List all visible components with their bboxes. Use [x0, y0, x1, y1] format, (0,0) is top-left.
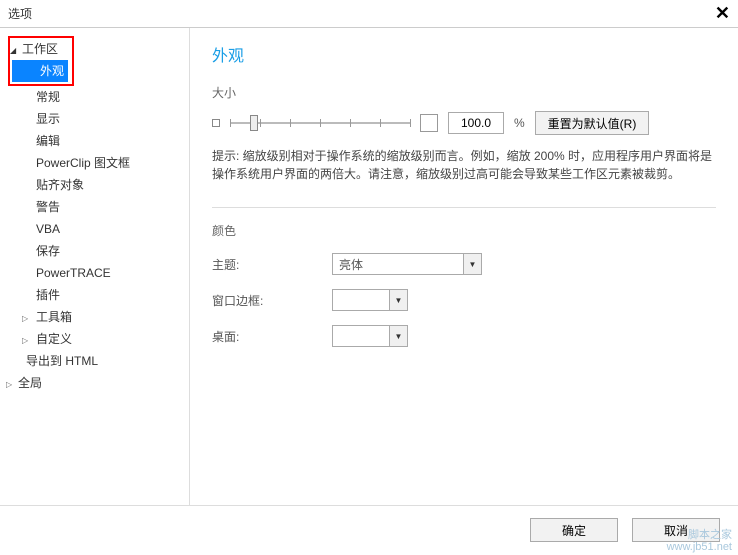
tree-snap[interactable]: 贴齐对象 — [8, 174, 189, 196]
tree-powertrace[interactable]: PowerTRACE — [8, 262, 189, 284]
tree-global[interactable]: 全局 — [8, 372, 189, 394]
theme-combo[interactable]: 亮体 ▼ — [332, 253, 482, 275]
theme-row: 主题: 亮体 ▼ — [212, 253, 716, 275]
tree-workspace[interactable]: 工作区 — [12, 38, 68, 60]
border-value — [333, 290, 389, 310]
divider — [212, 207, 716, 208]
theme-label: 主题: — [212, 256, 332, 273]
percent-label: % — [514, 116, 525, 130]
slider-thumb-icon[interactable] — [250, 115, 258, 131]
tree-toolbox[interactable]: 工具箱 — [8, 306, 189, 328]
border-combo[interactable]: ▼ — [332, 289, 408, 311]
border-label: 窗口边框: — [212, 292, 332, 309]
window-title: 选项 — [8, 5, 715, 22]
tree-save[interactable]: 保存 — [8, 240, 189, 262]
desktop-row: 桌面: ▼ — [212, 325, 716, 347]
titlebar: 选项 ✕ — [0, 0, 738, 28]
footer: 确定 取消 — [0, 506, 738, 554]
large-preview-icon — [420, 114, 438, 132]
color-label: 颜色 — [212, 222, 716, 239]
tree-plugin[interactable]: 插件 — [8, 284, 189, 306]
dialog-body: 工作区 外观 常规 显示 编辑 PowerClip 图文框 贴齐对象 警告 VB… — [0, 28, 738, 506]
small-preview-icon — [212, 119, 220, 127]
scale-input[interactable] — [448, 112, 504, 134]
tree-display[interactable]: 显示 — [8, 108, 189, 130]
theme-value: 亮体 — [333, 254, 463, 274]
scale-slider[interactable] — [230, 113, 410, 133]
sidebar: 工作区 外观 常规 显示 编辑 PowerClip 图文框 贴齐对象 警告 VB… — [0, 28, 190, 505]
tree-powerclip[interactable]: PowerClip 图文框 — [8, 152, 189, 174]
chevron-down-icon: ▼ — [463, 254, 481, 274]
ok-button[interactable]: 确定 — [530, 518, 618, 542]
hint-text: 提示: 缩放级别相对于操作系统的缩放级别而言。例如，缩放 200% 时，应用程序… — [212, 147, 716, 183]
chevron-down-icon: ▼ — [389, 290, 407, 310]
tree-appearance[interactable]: 外观 — [12, 60, 68, 82]
close-icon[interactable]: ✕ — [715, 3, 730, 24]
tree-custom[interactable]: 自定义 — [8, 328, 189, 350]
size-label: 大小 — [212, 84, 716, 101]
desktop-label: 桌面: — [212, 328, 332, 345]
chevron-down-icon: ▼ — [389, 326, 407, 346]
tree-warning[interactable]: 警告 — [8, 196, 189, 218]
watermark: 脚本之家 www.jb51.net — [667, 529, 732, 553]
highlight-annotation: 工作区 外观 — [8, 36, 74, 86]
desktop-combo[interactable]: ▼ — [332, 325, 408, 347]
size-row: % 重置为默认值(R) — [212, 111, 716, 135]
border-row: 窗口边框: ▼ — [212, 289, 716, 311]
reset-default-button[interactable]: 重置为默认值(R) — [535, 111, 650, 135]
tree-general[interactable]: 常规 — [8, 86, 189, 108]
tree-export-html[interactable]: 导出到 HTML — [8, 350, 189, 372]
tree-vba[interactable]: VBA — [8, 218, 189, 240]
page-title: 外观 — [212, 42, 716, 66]
desktop-value — [333, 326, 389, 346]
content-pane: 外观 大小 % 重置为默认值(R) 提示: 缩放级别相对于操作系统的缩放级别而言… — [190, 28, 738, 505]
tree-edit[interactable]: 编辑 — [8, 130, 189, 152]
